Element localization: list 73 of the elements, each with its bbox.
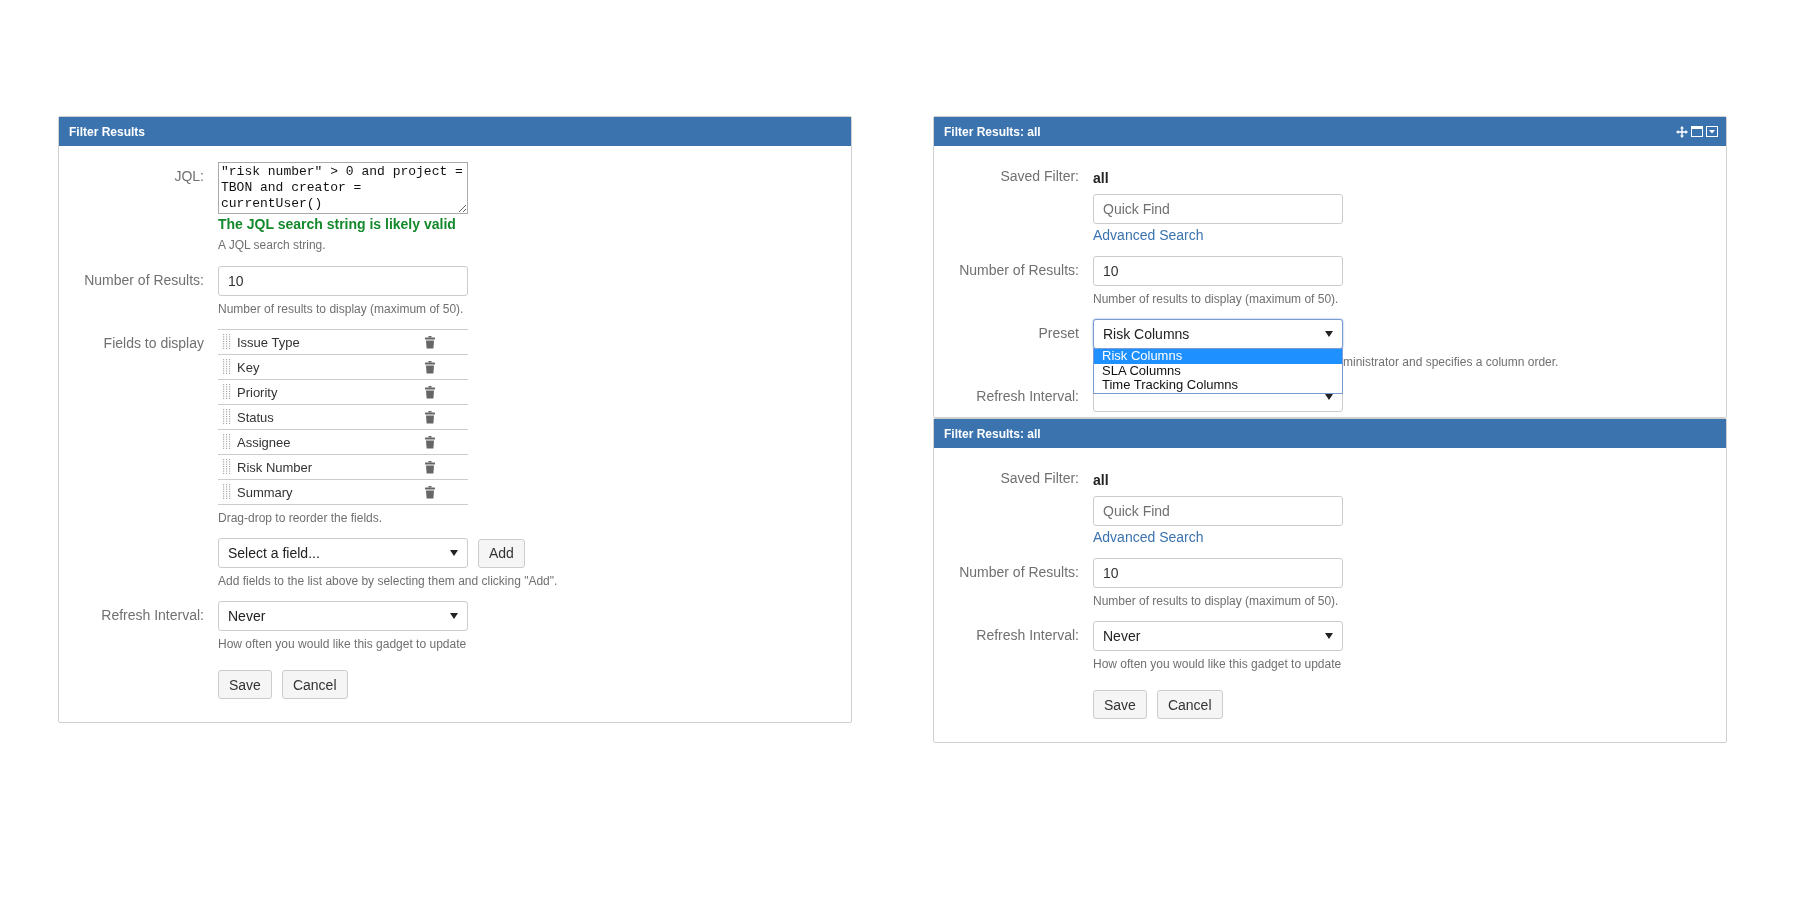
caret-icon <box>450 613 458 619</box>
field-label: Saved Filter: <box>999 167 1079 186</box>
help-text: Number of results to display (maximum of 50). <box>1093 292 1339 306</box>
field-label: Refresh Interval: <box>975 387 1079 406</box>
drag-handle-icon[interactable] <box>223 459 231 475</box>
trash-icon[interactable] <box>425 360 435 374</box>
form-button[interactable]: Save <box>1093 690 1147 719</box>
help-text: How often you would like this gadget to update <box>218 637 467 651</box>
menu-icon[interactable] <box>1706 126 1718 137</box>
form-button[interactable]: Cancel <box>281 670 348 699</box>
field-label: Fields to display <box>102 334 204 353</box>
help-text: A JQL search string. <box>218 238 326 252</box>
gadget-title: Filter Results <box>69 124 146 139</box>
trash-icon[interactable] <box>425 335 435 349</box>
drag-handle-icon[interactable] <box>223 484 231 500</box>
trash-icon[interactable] <box>425 460 435 474</box>
field-label: Refresh Interval: <box>100 606 204 625</box>
select-field[interactable]: Never <box>1093 621 1343 651</box>
drag-handle-icon[interactable] <box>223 384 231 400</box>
field-item[interactable]: Risk Number <box>237 459 425 475</box>
drag-handle-icon[interactable] <box>223 409 231 425</box>
maximize-icon[interactable] <box>1691 126 1703 137</box>
trash-icon[interactable] <box>425 435 435 449</box>
quick-find-field[interactable]: Quick Find <box>1093 194 1343 224</box>
quick-find-field[interactable]: Quick Find <box>1093 496 1343 526</box>
caret-icon <box>1325 331 1333 337</box>
number-field[interactable]: 10 <box>1093 256 1343 286</box>
field-item[interactable]: Key <box>237 359 425 375</box>
number-field[interactable]: 10 <box>218 266 468 296</box>
caret-icon <box>1325 633 1333 639</box>
trash-icon[interactable] <box>425 385 435 399</box>
help-text: ministrator and specifies a column order. <box>1343 355 1559 369</box>
field-label: Number of Results: <box>83 271 204 290</box>
dropdown-option[interactable]: SLA Columns <box>1094 363 1342 378</box>
filter-name: all <box>1093 169 1109 186</box>
trash-icon[interactable] <box>425 410 435 424</box>
help-text: Number of results to display (maximum of 50). <box>218 302 464 316</box>
field-item[interactable]: Priority <box>237 384 425 400</box>
field-label: JQL: <box>173 167 204 186</box>
gadget-title: Filter Results: all <box>944 426 1041 441</box>
field-item[interactable]: Issue Type <box>237 334 425 350</box>
filter-name: all <box>1093 471 1109 488</box>
field-label: Preset <box>1037 324 1079 343</box>
select-field[interactable]: Risk Columns <box>1093 319 1343 349</box>
field-label: Number of Results: <box>958 563 1079 582</box>
field-label: Saved Filter: <box>999 469 1079 488</box>
move-icon[interactable] <box>1676 125 1688 138</box>
drag-handle-icon[interactable] <box>223 334 231 350</box>
field-item[interactable]: Status <box>237 409 425 425</box>
caret-icon <box>450 550 458 556</box>
trash-icon[interactable] <box>425 485 435 499</box>
drag-handle-icon[interactable] <box>223 434 231 450</box>
field-label: Number of Results: <box>958 261 1079 280</box>
add-button[interactable]: Add <box>478 538 525 568</box>
validation-message: The JQL search string is likely valid <box>218 216 456 232</box>
help-text: Drag-drop to reorder the fields. <box>218 511 383 525</box>
advanced-search-link[interactable]: Advanced Search <box>1093 529 1204 545</box>
select-field[interactable]: Never <box>218 601 468 631</box>
help-text: Number of results to display (maximum of 50). <box>1093 594 1339 608</box>
help-text: How often you would like this gadget to update <box>1093 657 1342 671</box>
field-item[interactable]: Assignee <box>237 434 425 450</box>
field-item[interactable]: Summary <box>237 484 425 500</box>
dropdown-option[interactable]: Time Tracking Columns <box>1094 378 1342 393</box>
form-button[interactable]: Save <box>218 670 272 699</box>
help-text: Add fields to the list above by selecting them and clicking "Add". <box>218 574 558 588</box>
gadget-title: Filter Results: all <box>944 124 1041 139</box>
drag-handle-icon[interactable] <box>223 359 231 375</box>
form-button[interactable]: Cancel <box>1156 690 1223 719</box>
field-label: Refresh Interval: <box>975 626 1079 645</box>
advanced-search-link[interactable]: Advanced Search <box>1093 227 1204 243</box>
number-field[interactable]: 10 <box>1093 558 1343 588</box>
field-select[interactable]: Select a field... <box>218 538 468 568</box>
jql-field[interactable]: "risk number" > 0 and project = TBON and creator = currentUser() <box>218 162 468 214</box>
